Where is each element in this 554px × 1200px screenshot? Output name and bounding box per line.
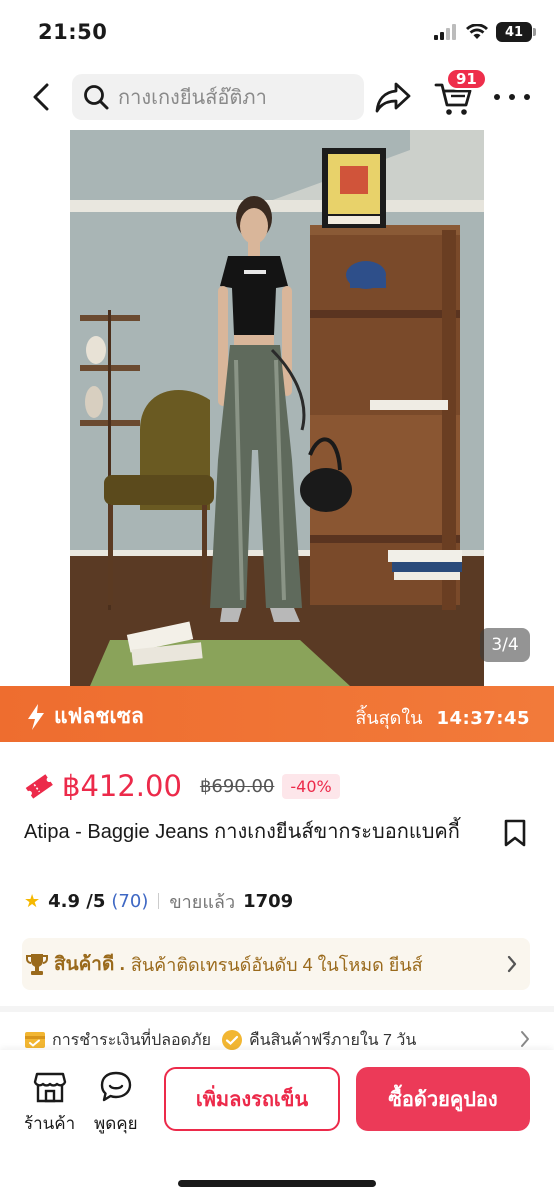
assurance-free-return-label: คืนสินค้าฟรีภายใน 7 วัน: [248, 1031, 417, 1049]
chevron-right-icon: [507, 955, 517, 973]
good-product-description: สินค้าติดเทรนด์อันดับ 4 ในโหมด ยีนส์: [130, 954, 423, 975]
search-icon: [84, 85, 109, 110]
flash-sale-label: แฟลชเซล: [54, 705, 144, 728]
battery-icon: 41: [496, 22, 536, 42]
buy-with-coupon-button[interactable]: ซื้อด้วยคูปอง: [356, 1067, 530, 1131]
cart-badge: 91: [446, 68, 487, 90]
price-row: ฿412.00 ฿690.00 -40%: [24, 766, 340, 806]
add-to-cart-button[interactable]: เพิ่มลงรถเข็น: [164, 1067, 340, 1131]
shop-button[interactable]: ร้านค้า: [24, 1070, 75, 1137]
sold-count: 1709: [243, 890, 294, 912]
trophy-icon: [26, 954, 48, 975]
signal-icon: [434, 24, 456, 40]
sold-label: ขายแล้ว: [169, 891, 236, 912]
home-indicator[interactable]: [178, 1180, 376, 1187]
chat-icon: [100, 1071, 131, 1102]
product-photo: [70, 130, 484, 686]
bookmark-icon[interactable]: [502, 818, 528, 848]
product-image[interactable]: [70, 130, 484, 686]
top-nav: กางเกงยีนส์อ๊ติภา 91: [0, 68, 554, 128]
product-title: Atipa - Baggie Jeans กางเกงยีนส์ขากระบอก…: [24, 821, 460, 843]
search-placeholder: กางเกงยีนส์อ๊ติภา: [118, 87, 267, 109]
chevron-right-icon: [521, 1031, 529, 1047]
flash-sale-bar: แฟลชเซล สิ้นสุดใน 14:37:45: [0, 686, 554, 742]
flash-sale-label-group: แฟลชเซล: [26, 700, 144, 733]
chat-button[interactable]: พูดคุย: [94, 1070, 138, 1137]
current-price: ฿412.00: [62, 769, 182, 803]
bottom-action-bar: ร้านค้า พูดคุย เพิ่มลงรถเข็น ซื้อด้วยคูป…: [0, 1050, 554, 1200]
secure-payment-icon: [25, 1032, 45, 1048]
good-product-label: สินค้าดี .: [54, 954, 125, 975]
flash-sale-timer: สิ้นสุดใน 14:37:45: [355, 703, 530, 732]
status-time: 21:50: [38, 20, 108, 44]
flash-sale-ends-label: สิ้นสุดใน: [355, 708, 423, 728]
good-product-banner[interactable]: สินค้าดี . สินค้าติดเทรนด์อันดับ 4 ในโหม…: [22, 938, 530, 990]
shop-icon: [33, 1072, 66, 1103]
assurance-secure-payment: การชำระเงินที่ปลอดภัย: [24, 1028, 211, 1053]
status-bar: 21:50 41: [0, 0, 554, 64]
image-counter: 3/4: [480, 628, 530, 662]
shop-label: ร้านค้า: [24, 1114, 76, 1133]
status-icons: 41: [434, 22, 536, 42]
more-button[interactable]: [494, 86, 530, 108]
more-icon-dot: [524, 94, 530, 100]
share-icon[interactable]: [374, 80, 412, 116]
rating-score: 4.9 /5: [48, 890, 106, 912]
section-divider: [0, 1006, 554, 1012]
back-icon: [33, 83, 49, 111]
more-icon-dot: [509, 94, 515, 100]
flash-sale-countdown: 14:37:45: [436, 708, 530, 729]
original-price: ฿690.00: [199, 775, 275, 797]
back-button[interactable]: [24, 80, 58, 114]
rating-row[interactable]: ★ 4.9 /5 (70) ขายแล้ว 1709: [24, 886, 293, 916]
free-return-icon: [221, 1030, 242, 1050]
discount-badge: -40%: [282, 773, 340, 799]
more-icon-dot: [494, 94, 500, 100]
wifi-icon: [466, 24, 488, 39]
assurance-secure-payment-label: การชำระเงินที่ปลอดภัย: [52, 1031, 211, 1049]
chat-label: พูดคุย: [94, 1114, 138, 1133]
rating-divider: [158, 893, 160, 909]
lightning-icon: [28, 703, 44, 730]
search-input[interactable]: กางเกงยีนส์อ๊ติภา: [72, 74, 364, 120]
assurance-free-return: คืนสินค้าฟรีภายใน 7 วัน: [221, 1028, 416, 1053]
rating-count[interactable]: (70): [111, 891, 148, 912]
coupon-ticket-icon: [25, 774, 53, 799]
star-icon: ★: [24, 890, 41, 912]
